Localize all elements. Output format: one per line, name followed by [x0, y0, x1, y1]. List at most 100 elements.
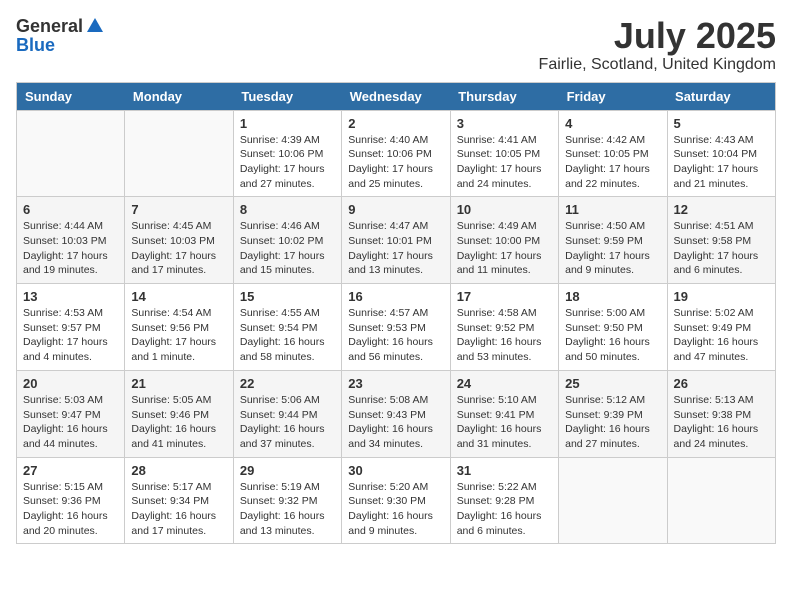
calendar-cell: 8 Sunrise: 4:46 AMSunset: 10:02 PMDaylig…: [233, 197, 341, 284]
calendar-cell: 14 Sunrise: 4:54 AMSunset: 9:56 PMDaylig…: [125, 284, 233, 371]
calendar-cell: 20 Sunrise: 5:03 AMSunset: 9:47 PMDaylig…: [17, 370, 125, 457]
calendar-cell: 16 Sunrise: 4:57 AMSunset: 9:53 PMDaylig…: [342, 284, 450, 371]
calendar-cell: 12 Sunrise: 4:51 AMSunset: 9:58 PMDaylig…: [667, 197, 775, 284]
day-number: 4: [565, 116, 660, 131]
calendar-cell: 11 Sunrise: 4:50 AMSunset: 9:59 PMDaylig…: [559, 197, 667, 284]
calendar-cell: 29 Sunrise: 5:19 AMSunset: 9:32 PMDaylig…: [233, 457, 341, 544]
day-info: Sunrise: 4:51 AMSunset: 9:58 PMDaylight:…: [674, 219, 769, 278]
title-section: July 2025 Fairlie, Scotland, United King…: [539, 16, 776, 74]
day-info: Sunrise: 5:08 AMSunset: 9:43 PMDaylight:…: [348, 393, 443, 452]
day-number: 23: [348, 376, 443, 391]
day-info: Sunrise: 4:43 AMSunset: 10:04 PMDaylight…: [674, 133, 769, 192]
day-number: 5: [674, 116, 769, 131]
calendar-cell: 31 Sunrise: 5:22 AMSunset: 9:28 PMDaylig…: [450, 457, 558, 544]
day-info: Sunrise: 5:20 AMSunset: 9:30 PMDaylight:…: [348, 480, 443, 539]
day-info: Sunrise: 4:53 AMSunset: 9:57 PMDaylight:…: [23, 306, 118, 365]
day-info: Sunrise: 4:50 AMSunset: 9:59 PMDaylight:…: [565, 219, 660, 278]
logo-icon: [85, 16, 105, 36]
calendar-cell: 22 Sunrise: 5:06 AMSunset: 9:44 PMDaylig…: [233, 370, 341, 457]
day-number: 3: [457, 116, 552, 131]
day-info: Sunrise: 5:15 AMSunset: 9:36 PMDaylight:…: [23, 480, 118, 539]
day-number: 16: [348, 289, 443, 304]
day-info: Sunrise: 4:39 AMSunset: 10:06 PMDaylight…: [240, 133, 335, 192]
day-info: Sunrise: 4:40 AMSunset: 10:06 PMDaylight…: [348, 133, 443, 192]
day-number: 21: [131, 376, 226, 391]
calendar-cell: 4 Sunrise: 4:42 AMSunset: 10:05 PMDaylig…: [559, 110, 667, 197]
day-number: 15: [240, 289, 335, 304]
calendar-cell: 7 Sunrise: 4:45 AMSunset: 10:03 PMDaylig…: [125, 197, 233, 284]
day-info: Sunrise: 4:54 AMSunset: 9:56 PMDaylight:…: [131, 306, 226, 365]
day-number: 14: [131, 289, 226, 304]
day-number: 8: [240, 202, 335, 217]
calendar-cell: 26 Sunrise: 5:13 AMSunset: 9:38 PMDaylig…: [667, 370, 775, 457]
day-number: 31: [457, 463, 552, 478]
day-number: 1: [240, 116, 335, 131]
day-info: Sunrise: 5:22 AMSunset: 9:28 PMDaylight:…: [457, 480, 552, 539]
day-info: Sunrise: 4:45 AMSunset: 10:03 PMDaylight…: [131, 219, 226, 278]
column-header-friday: Friday: [559, 82, 667, 110]
day-number: 13: [23, 289, 118, 304]
day-number: 11: [565, 202, 660, 217]
day-info: Sunrise: 5:17 AMSunset: 9:34 PMDaylight:…: [131, 480, 226, 539]
day-info: Sunrise: 4:49 AMSunset: 10:00 PMDaylight…: [457, 219, 552, 278]
calendar-cell: [125, 110, 233, 197]
calendar-cell: 5 Sunrise: 4:43 AMSunset: 10:04 PMDaylig…: [667, 110, 775, 197]
day-number: 25: [565, 376, 660, 391]
calendar-cell: 27 Sunrise: 5:15 AMSunset: 9:36 PMDaylig…: [17, 457, 125, 544]
calendar-week-row: 27 Sunrise: 5:15 AMSunset: 9:36 PMDaylig…: [17, 457, 776, 544]
day-number: 7: [131, 202, 226, 217]
calendar-cell: 15 Sunrise: 4:55 AMSunset: 9:54 PMDaylig…: [233, 284, 341, 371]
day-info: Sunrise: 4:41 AMSunset: 10:05 PMDaylight…: [457, 133, 552, 192]
calendar-cell: 21 Sunrise: 5:05 AMSunset: 9:46 PMDaylig…: [125, 370, 233, 457]
calendar-cell: 23 Sunrise: 5:08 AMSunset: 9:43 PMDaylig…: [342, 370, 450, 457]
calendar-cell: 1 Sunrise: 4:39 AMSunset: 10:06 PMDaylig…: [233, 110, 341, 197]
calendar-cell: 2 Sunrise: 4:40 AMSunset: 10:06 PMDaylig…: [342, 110, 450, 197]
calendar-cell: [667, 457, 775, 544]
day-info: Sunrise: 5:12 AMSunset: 9:39 PMDaylight:…: [565, 393, 660, 452]
day-number: 20: [23, 376, 118, 391]
calendar-cell: 25 Sunrise: 5:12 AMSunset: 9:39 PMDaylig…: [559, 370, 667, 457]
day-number: 27: [23, 463, 118, 478]
calendar-cell: 13 Sunrise: 4:53 AMSunset: 9:57 PMDaylig…: [17, 284, 125, 371]
day-number: 26: [674, 376, 769, 391]
calendar-cell: 6 Sunrise: 4:44 AMSunset: 10:03 PMDaylig…: [17, 197, 125, 284]
calendar-week-row: 13 Sunrise: 4:53 AMSunset: 9:57 PMDaylig…: [17, 284, 776, 371]
calendar-cell: 30 Sunrise: 5:20 AMSunset: 9:30 PMDaylig…: [342, 457, 450, 544]
day-number: 19: [674, 289, 769, 304]
day-info: Sunrise: 5:13 AMSunset: 9:38 PMDaylight:…: [674, 393, 769, 452]
logo-general: General: [16, 17, 83, 35]
calendar-cell: 24 Sunrise: 5:10 AMSunset: 9:41 PMDaylig…: [450, 370, 558, 457]
day-number: 28: [131, 463, 226, 478]
day-info: Sunrise: 5:02 AMSunset: 9:49 PMDaylight:…: [674, 306, 769, 365]
day-info: Sunrise: 4:46 AMSunset: 10:02 PMDaylight…: [240, 219, 335, 278]
day-number: 2: [348, 116, 443, 131]
column-header-sunday: Sunday: [17, 82, 125, 110]
day-number: 10: [457, 202, 552, 217]
day-info: Sunrise: 4:55 AMSunset: 9:54 PMDaylight:…: [240, 306, 335, 365]
page-header: General Blue July 2025 Fairlie, Scotland…: [16, 16, 776, 74]
day-info: Sunrise: 4:57 AMSunset: 9:53 PMDaylight:…: [348, 306, 443, 365]
day-number: 6: [23, 202, 118, 217]
logo: General Blue: [16, 16, 105, 56]
day-number: 9: [348, 202, 443, 217]
calendar-cell: 9 Sunrise: 4:47 AMSunset: 10:01 PMDaylig…: [342, 197, 450, 284]
column-header-tuesday: Tuesday: [233, 82, 341, 110]
logo-blue: Blue: [16, 35, 55, 55]
calendar-cell: 18 Sunrise: 5:00 AMSunset: 9:50 PMDaylig…: [559, 284, 667, 371]
day-number: 12: [674, 202, 769, 217]
location-title: Fairlie, Scotland, United Kingdom: [539, 56, 776, 74]
day-info: Sunrise: 5:06 AMSunset: 9:44 PMDaylight:…: [240, 393, 335, 452]
day-number: 30: [348, 463, 443, 478]
day-info: Sunrise: 5:05 AMSunset: 9:46 PMDaylight:…: [131, 393, 226, 452]
day-number: 17: [457, 289, 552, 304]
calendar-header-row: SundayMondayTuesdayWednesdayThursdayFrid…: [17, 82, 776, 110]
column-header-saturday: Saturday: [667, 82, 775, 110]
day-info: Sunrise: 5:10 AMSunset: 9:41 PMDaylight:…: [457, 393, 552, 452]
calendar-week-row: 1 Sunrise: 4:39 AMSunset: 10:06 PMDaylig…: [17, 110, 776, 197]
day-info: Sunrise: 4:47 AMSunset: 10:01 PMDaylight…: [348, 219, 443, 278]
calendar-cell: 19 Sunrise: 5:02 AMSunset: 9:49 PMDaylig…: [667, 284, 775, 371]
day-info: Sunrise: 5:00 AMSunset: 9:50 PMDaylight:…: [565, 306, 660, 365]
calendar-cell: 28 Sunrise: 5:17 AMSunset: 9:34 PMDaylig…: [125, 457, 233, 544]
day-number: 29: [240, 463, 335, 478]
column-header-wednesday: Wednesday: [342, 82, 450, 110]
